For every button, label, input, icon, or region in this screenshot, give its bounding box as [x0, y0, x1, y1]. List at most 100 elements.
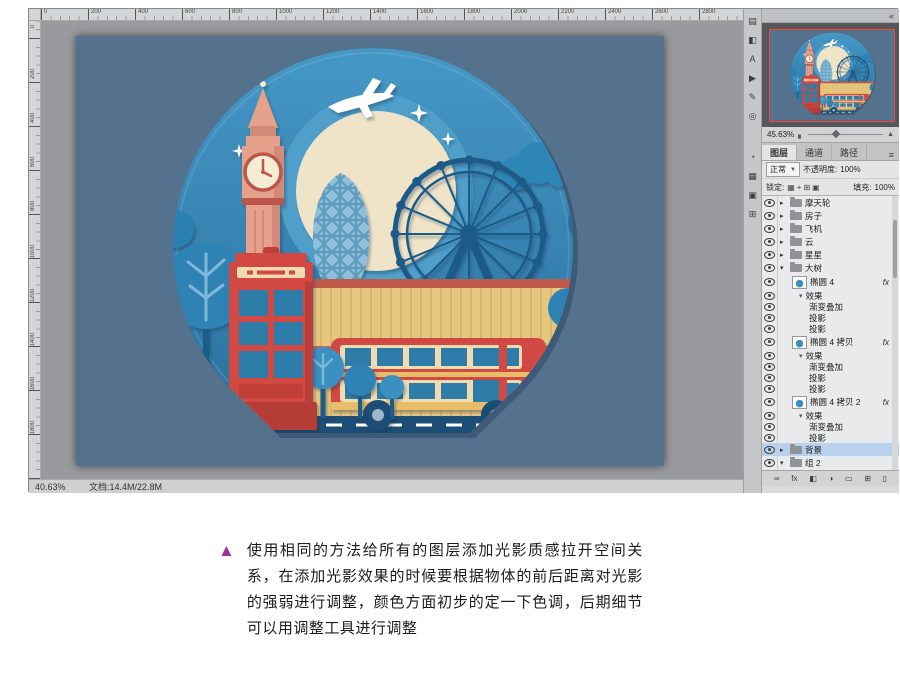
navigator-zoom-value[interactable]: 45.63%: [767, 130, 794, 139]
zoom-slider-handle[interactable]: [831, 129, 841, 139]
visibility-eye-icon[interactable]: [762, 383, 778, 394]
expand-arrow-icon[interactable]: ▾: [780, 459, 787, 467]
layer-row-效果[interactable]: ▾ 效果: [762, 410, 899, 421]
layer-thumbnail[interactable]: [792, 395, 807, 409]
clone-source-panel-icon[interactable]: ◎: [745, 108, 761, 124]
channels-grid-icon[interactable]: ▦: [745, 168, 761, 184]
layer-row-渐变叠加[interactable]: 渐变叠加: [762, 361, 899, 372]
swatches-panel-icon[interactable]: ⊞: [745, 206, 761, 222]
layer-row-效果[interactable]: ▾ 效果: [762, 350, 899, 361]
adjustment-layer-icon[interactable]: ◑: [828, 474, 833, 483]
visibility-eye-icon[interactable]: [762, 261, 778, 274]
tab-channels[interactable]: 通道: [797, 145, 833, 160]
visibility-eye-icon[interactable]: [762, 274, 778, 290]
layer-row-投影[interactable]: 投影: [762, 323, 899, 334]
expand-arrow-icon[interactable]: ▾: [780, 264, 787, 272]
layer-row-投影[interactable]: 投影: [762, 432, 899, 443]
navigator-thumbnail[interactable]: [769, 29, 895, 122]
layer-row-云[interactable]: ▸ 云: [762, 235, 899, 248]
visibility-eye-icon[interactable]: [762, 361, 778, 372]
visibility-eye-icon[interactable]: [762, 432, 778, 443]
layer-row-投影[interactable]: 投影: [762, 372, 899, 383]
fx-badge-icon[interactable]: fx: [883, 278, 889, 287]
visibility-eye-icon[interactable]: [762, 312, 778, 323]
properties-panel-icon[interactable]: ◧: [745, 32, 761, 48]
layer-row-渐变叠加[interactable]: 渐变叠加: [762, 421, 899, 432]
visibility-eye-icon[interactable]: [762, 421, 778, 432]
visibility-eye-icon[interactable]: [762, 456, 778, 469]
expand-arrow-icon[interactable]: ▸: [780, 446, 787, 454]
expand-arrow-icon[interactable]: ▸: [780, 225, 787, 233]
layer-row-大树[interactable]: ▾ 大树: [762, 261, 899, 274]
fill-value[interactable]: 100%: [875, 183, 895, 192]
layer-row-背景[interactable]: ▸ 背景: [762, 443, 899, 456]
layer-thumbnail[interactable]: [792, 275, 807, 289]
brush-panel-icon[interactable]: ✎: [745, 89, 761, 105]
layer-thumbnail[interactable]: [792, 335, 807, 349]
layer-row-摩天轮[interactable]: ▸ 摩天轮: [762, 196, 899, 209]
zoom-out-icon[interactable]: ▖: [798, 131, 803, 139]
scrollbar-thumb[interactable]: [893, 220, 897, 278]
layer-group-icon[interactable]: ▭: [845, 474, 853, 483]
visibility-eye-icon[interactable]: [762, 410, 778, 421]
status-zoom[interactable]: 40.63%: [35, 482, 75, 492]
effects-collapse-icon[interactable]: ▾: [799, 352, 803, 360]
layer-style-icon[interactable]: fx: [791, 474, 797, 483]
document-canvas[interactable]: [76, 36, 664, 466]
tab-layers[interactable]: 图层: [762, 145, 798, 160]
blend-mode-select[interactable]: 正常 ▼: [766, 162, 800, 177]
visibility-eye-icon[interactable]: [762, 248, 778, 261]
fx-badge-icon[interactable]: fx: [883, 338, 889, 347]
visibility-eye-icon[interactable]: [762, 222, 778, 235]
visibility-eye-icon[interactable]: [762, 372, 778, 383]
adjustments-panel-icon[interactable]: ◔: [745, 149, 761, 165]
layer-row-组 2[interactable]: ▾ 组 2: [762, 456, 899, 469]
layer-row-星星[interactable]: ▸ 星星: [762, 248, 899, 261]
lock-icon-1[interactable]: +: [797, 183, 802, 192]
layers-scrollbar[interactable]: [892, 196, 898, 470]
layer-row-效果[interactable]: ▾ 效果: [762, 290, 899, 301]
layer-row-投影[interactable]: 投影: [762, 383, 899, 394]
styles-panel-icon[interactable]: ▣: [745, 187, 761, 203]
fx-badge-icon[interactable]: fx: [883, 398, 889, 407]
visibility-eye-icon[interactable]: [762, 290, 778, 301]
navigator-zoom-slider[interactable]: [807, 129, 884, 139]
expand-arrow-icon[interactable]: ▸: [780, 212, 787, 220]
lock-icon-3[interactable]: ▣: [812, 183, 820, 192]
visibility-eye-icon[interactable]: [762, 235, 778, 248]
tab-paths[interactable]: 路径: [832, 145, 868, 160]
layer-row-飞机[interactable]: ▸ 飞机: [762, 222, 899, 235]
effects-collapse-icon[interactable]: ▾: [799, 292, 803, 300]
visibility-eye-icon[interactable]: [762, 350, 778, 361]
layer-row-房子[interactable]: ▸ 房子: [762, 209, 899, 222]
expand-arrow-icon[interactable]: ▸: [780, 199, 787, 207]
collapse-panels-icon[interactable]: «: [889, 11, 894, 21]
visibility-eye-icon[interactable]: [762, 394, 778, 410]
type-panel-icon[interactable]: A: [745, 51, 761, 67]
visibility-eye-icon[interactable]: [762, 443, 778, 456]
effects-collapse-icon[interactable]: ▾: [799, 412, 803, 420]
actions-panel-icon[interactable]: ▶: [745, 70, 761, 86]
layer-row-椭圆 4 拷贝[interactable]: 椭圆 4 拷贝fx▴: [762, 334, 899, 350]
lock-icon-2[interactable]: ⊞: [803, 183, 810, 192]
history-panel-icon[interactable]: ▤: [745, 13, 761, 29]
artwork[interactable]: [76, 36, 664, 466]
layer-row-椭圆 4 拷贝 2[interactable]: 椭圆 4 拷贝 2fx▴: [762, 394, 899, 410]
visibility-eye-icon[interactable]: [762, 323, 778, 334]
delete-layer-icon[interactable]: ▯: [883, 474, 887, 483]
panel-menu-icon[interactable]: ≡: [884, 150, 899, 160]
lock-icon-0[interactable]: ▦: [787, 183, 795, 192]
expand-arrow-icon[interactable]: ▸: [780, 238, 787, 246]
visibility-eye-icon[interactable]: [762, 196, 778, 209]
layer-row-椭圆 4[interactable]: 椭圆 4fx▴: [762, 274, 899, 290]
link-layers-icon[interactable]: ∞: [774, 474, 780, 483]
visibility-eye-icon[interactable]: [762, 301, 778, 312]
layer-row-投影[interactable]: 投影: [762, 312, 899, 323]
layer-mask-icon[interactable]: ◧: [809, 474, 817, 483]
expand-arrow-icon[interactable]: ▸: [780, 251, 787, 259]
layer-row-渐变叠加[interactable]: 渐变叠加: [762, 301, 899, 312]
canvas-area[interactable]: [41, 21, 743, 479]
zoom-in-icon[interactable]: ▲: [887, 131, 894, 138]
opacity-value[interactable]: 100%: [840, 165, 860, 174]
new-layer-icon[interactable]: ⊞: [864, 474, 871, 483]
